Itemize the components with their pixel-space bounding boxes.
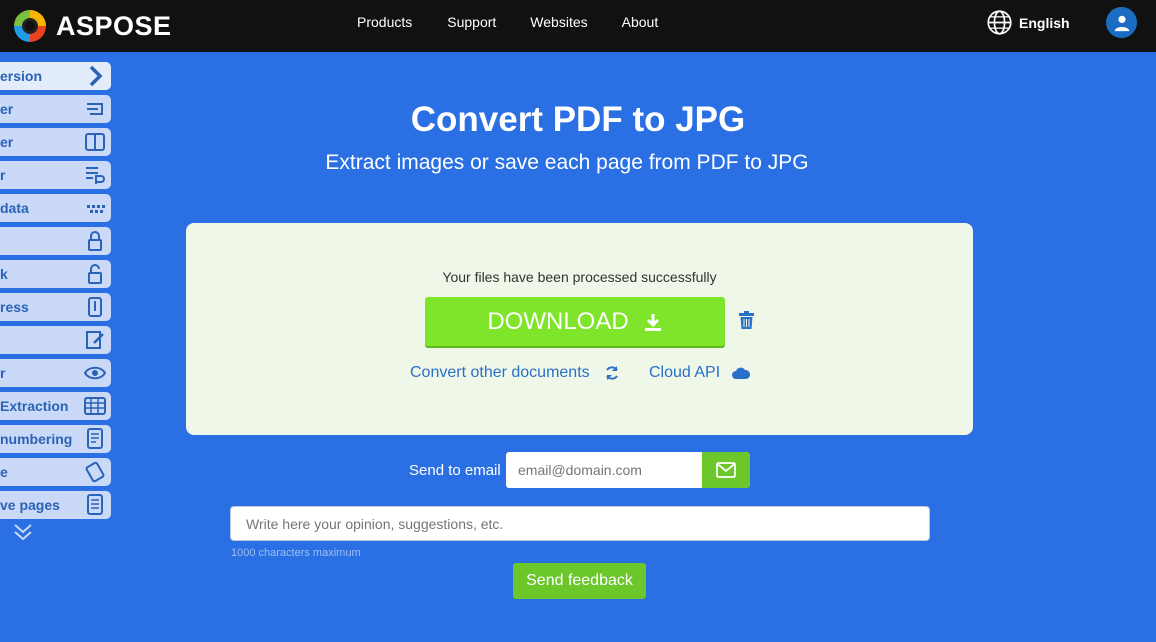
convert-other-label: Convert other documents — [410, 364, 590, 381]
sidebar-item-lock[interactable] — [0, 227, 111, 255]
email-input[interactable] — [506, 452, 702, 488]
sidebar-item-label: ress — [0, 299, 29, 315]
aspose-logo[interactable]: ASPOSE — [12, 6, 172, 46]
refresh-icon — [605, 366, 618, 380]
sidebar-item-table-extraction[interactable]: Extraction — [0, 392, 111, 420]
sidebar-item-label: ersion — [0, 68, 43, 84]
trash-icon[interactable] — [738, 311, 755, 330]
sidebar-item-label: k — [0, 266, 8, 282]
download-icon — [644, 313, 661, 331]
sidebar-item-conversion[interactable]: ersion — [0, 62, 111, 90]
unlock-icon — [88, 264, 102, 284]
double-chevron-down-icon[interactable] — [12, 522, 34, 542]
download-label: DOWNLOAD — [487, 307, 629, 335]
sidebar-item-viewer[interactable]: r — [0, 359, 111, 387]
envelope-icon — [716, 462, 736, 478]
nav-websites[interactable]: Websites — [530, 14, 587, 30]
send-email-button[interactable] — [702, 452, 750, 488]
eye-icon — [84, 366, 106, 380]
language-label: English — [1019, 14, 1070, 31]
globe-icon — [987, 10, 1012, 35]
numbering-icon — [87, 428, 103, 449]
sidebar-item-label: data — [0, 200, 29, 216]
aspose-logo-icon — [14, 10, 46, 42]
sidebar-item-label: Extraction — [0, 398, 69, 414]
main-nav: Products Support Websites About — [357, 14, 692, 30]
sidebar-item-label: r — [0, 365, 6, 381]
page-subtitle: Extract images or save each page from PD… — [325, 151, 809, 174]
send-to-email-label: Send to email — [409, 462, 501, 479]
status-message: Your files have been processed successfu… — [442, 269, 717, 285]
cloud-icon — [732, 367, 751, 379]
cloud-api-link[interactable]: Cloud API — [649, 364, 751, 382]
sidebar-item-editor[interactable] — [0, 326, 111, 354]
signature-icon — [85, 461, 105, 483]
remove-pages-icon — [87, 494, 103, 515]
language-selector[interactable]: English — [986, 9, 1070, 36]
user-icon — [1114, 15, 1129, 31]
download-button[interactable]: DOWNLOAD — [425, 297, 725, 346]
sidebar-item-label: ve pages — [0, 497, 60, 513]
send-feedback-button[interactable]: Send feedback — [513, 563, 646, 599]
cloud-api-label: Cloud API — [649, 364, 721, 381]
lock-icon — [88, 231, 102, 251]
sidebar-item-compress[interactable]: ress — [0, 293, 111, 321]
brand-name: ASPOSE — [56, 10, 172, 41]
table-icon — [84, 397, 106, 415]
feedback-input[interactable] — [230, 506, 930, 541]
sidebar-item-remove-pages[interactable]: ve pages — [0, 491, 111, 519]
result-panel: Your files have been processed successfu… — [186, 223, 973, 435]
sidebar-item-page-numbering[interactable]: numbering — [0, 425, 111, 453]
user-account-button[interactable] — [1106, 7, 1137, 38]
nav-about[interactable]: About — [622, 14, 659, 30]
edit-icon — [86, 331, 104, 349]
chevron-right-icon — [89, 65, 103, 87]
sidebar-item-unlock[interactable]: k — [0, 260, 111, 288]
feedback-char-limit: 1000 characters maximum — [231, 547, 361, 559]
metadata-icon — [87, 205, 105, 213]
sidebar-item-signature[interactable]: e — [0, 458, 111, 486]
sidebar-item-metadata[interactable]: data — [0, 194, 111, 222]
compress-icon — [88, 297, 102, 317]
nav-support[interactable]: Support — [447, 14, 496, 30]
sidebar-item-label: numbering — [0, 431, 73, 447]
top-navigation-bar: ASPOSE Products Support Websites About E… — [0, 0, 1156, 52]
page-title: Convert PDF to JPG — [410, 100, 746, 139]
convert-other-documents-link[interactable]: Convert other documents — [410, 364, 620, 382]
nav-products[interactable]: Products — [357, 14, 412, 30]
sidebar-item-label: e — [0, 464, 8, 480]
